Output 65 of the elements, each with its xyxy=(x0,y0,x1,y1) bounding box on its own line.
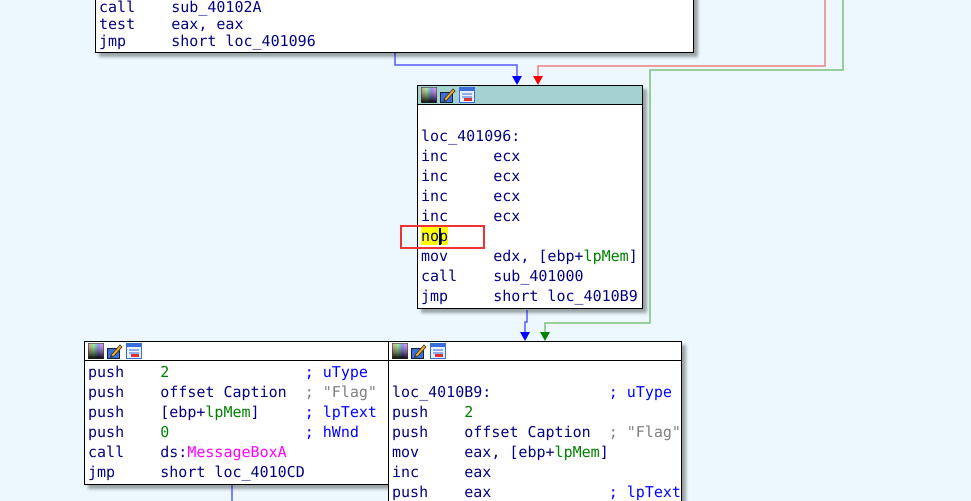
edge-arrow xyxy=(520,310,530,341)
asm-comment: ; uType xyxy=(608,382,672,402)
asm-mnemonic: push xyxy=(392,403,428,421)
asm-comment: ; "Flag" xyxy=(304,382,377,402)
asm-comment: ; lpText xyxy=(304,402,377,422)
asm-comment: ; hWnd xyxy=(304,422,359,442)
code-label: loc_401096: xyxy=(421,127,520,145)
asm-mnemonic: test xyxy=(99,15,136,33)
asm-mnemonic: inc xyxy=(392,463,420,481)
asm-mnemonic: push xyxy=(88,363,124,381)
pencil-icon[interactable] xyxy=(411,343,427,359)
asm-operand: sub_40102A xyxy=(171,0,262,16)
asm-operand: ecx xyxy=(493,207,520,225)
code-block[interactable]: push 2 ; uType push offset Caption ; "Flag" push [ebp+lpMem] ; lpText push 0 ; hWnd call ds:MessageBoxA jmp short loc_4010CD xyxy=(84,341,389,485)
asm-operand: 0 xyxy=(160,423,170,441)
asm-mnemonic: jmp xyxy=(99,32,126,50)
asm-operand: eax xyxy=(464,483,492,501)
asm-mnemonic: push xyxy=(88,403,124,421)
asm-mnemonic: inc xyxy=(421,207,448,225)
code-block[interactable]: loc_4010B9: ; uType push 2 push offset Caption ; "Flag" mov eax, [ebp+lpMem] inc eax push eax ; lpText xyxy=(388,341,682,501)
asm-mnemonic: mov xyxy=(421,247,448,265)
asm-operand: edx, [ebp+lpMem] xyxy=(493,247,638,265)
asm-mnemonic: call xyxy=(421,267,458,285)
asm-mnemonic: mov xyxy=(392,443,420,461)
asm-mnemonic: push xyxy=(392,483,428,501)
graph-icon[interactable] xyxy=(459,87,475,103)
pencil-icon[interactable] xyxy=(440,87,456,103)
asm-operand: offset Caption xyxy=(160,383,287,401)
asm-operand: ecx xyxy=(493,187,520,205)
asm-mnemonic: call xyxy=(99,0,136,16)
color-icon[interactable] xyxy=(88,343,104,359)
asm-comment: ; uType xyxy=(304,362,368,382)
color-icon[interactable] xyxy=(421,87,437,103)
code-block[interactable]: call sub_40102A test eax, eax jmp short loc_401096 xyxy=(95,0,694,53)
asm-operand: short loc_401096 xyxy=(171,32,316,50)
asm-operand: eax, [ebp+lpMem] xyxy=(464,443,609,461)
asm-operand: eax xyxy=(464,463,492,481)
asm-mnemonic: inc xyxy=(421,167,448,185)
asm-operand: ds:MessageBoxA xyxy=(160,443,287,461)
asm-mnemonic: push xyxy=(88,423,124,441)
graph-icon[interactable] xyxy=(430,343,446,359)
asm-comment: ; "Flag" xyxy=(608,422,681,442)
color-icon[interactable] xyxy=(392,343,408,359)
asm-operand: ecx xyxy=(493,167,520,185)
asm-operand: [ebp+lpMem] xyxy=(160,403,260,421)
asm-mnemonic: jmp xyxy=(421,287,448,305)
asm-operand: short loc_4010CD xyxy=(160,463,305,481)
asm-operand: offset Caption xyxy=(464,423,591,441)
asm-mnemonic: call xyxy=(88,443,124,461)
pencil-icon[interactable] xyxy=(107,343,123,359)
graph-icon[interactable] xyxy=(126,343,142,359)
asm-mnemonic: inc xyxy=(421,147,448,165)
asm-mnemonic: jmp xyxy=(88,463,116,481)
asm-operand: short loc_4010B9 xyxy=(493,287,638,305)
asm-operand: ecx xyxy=(493,147,520,165)
asm-operand: eax, eax xyxy=(171,15,244,33)
asm-mnemonic: push xyxy=(392,423,428,441)
asm-operand: 2 xyxy=(464,403,474,421)
edge-line xyxy=(231,485,233,501)
asm-operand: sub_401000 xyxy=(493,267,584,285)
asm-operand: 2 xyxy=(160,363,170,381)
code-label: loc_4010B9: xyxy=(392,383,492,401)
asm-mnemonic: inc xyxy=(421,187,448,205)
asm-mnemonic: push xyxy=(88,383,124,401)
asm-comment: ; lpText xyxy=(608,482,681,501)
